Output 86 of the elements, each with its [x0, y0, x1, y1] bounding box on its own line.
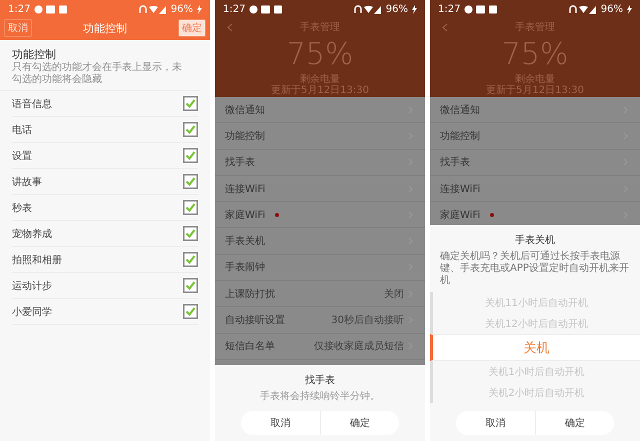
signal-icons [138, 4, 167, 14]
menu-label: 微信通知 [225, 104, 265, 117]
status-time: 1:27 [8, 4, 30, 14]
function-label: 运动计步 [12, 280, 52, 292]
menu-label: 自动接听设置 [225, 314, 285, 328]
charging-icon [412, 4, 417, 14]
function-label: 语音信息 [12, 98, 52, 110]
screen-title: 功能控制 [83, 20, 127, 36]
menu-label: 手表关机 [225, 234, 265, 248]
menu-item[interactable]: 连接WiFi [215, 176, 425, 202]
function-label: 讲故事 [12, 176, 42, 188]
function-row[interactable]: 设置 [12, 143, 198, 169]
sheet-title: 找手表 [305, 374, 335, 387]
menu-label: 家庭WiFi [440, 208, 480, 222]
charging-icon [627, 4, 632, 14]
checkbox[interactable] [183, 96, 198, 111]
battery-percent: 96% [170, 4, 193, 14]
function-row[interactable]: 小爱同学 [12, 299, 198, 325]
function-label: 小爱同学 [12, 306, 52, 318]
picker-option[interactable]: 关机 [430, 334, 640, 361]
menu-label: 功能控制 [225, 130, 265, 143]
menu-item[interactable]: 功能控制 [430, 123, 640, 150]
signal-icons [568, 4, 597, 14]
menu-label: 微信通知 [440, 104, 480, 117]
menu-label: 功能控制 [440, 130, 480, 143]
menu-item[interactable]: 上课防打扰 关闭 [215, 281, 425, 308]
checkbox[interactable] [183, 304, 198, 319]
function-row[interactable]: 宠物养成 [12, 221, 198, 247]
function-row[interactable]: 讲故事 [12, 169, 198, 195]
checkbox[interactable] [183, 174, 198, 189]
function-label: 设置 [12, 150, 32, 162]
sheet-message: 手表将会持续响铃半分钟。 [259, 391, 381, 403]
menu-item[interactable]: 找手表 [430, 150, 640, 176]
menu-label: 上课防打扰 [225, 288, 275, 301]
battery-percent: 96% [600, 4, 623, 14]
status-time: 1:27 [223, 4, 246, 14]
confirm-button[interactable]: 确定 [178, 19, 206, 37]
menu-label: 连接WiFi [440, 182, 480, 196]
menu-item[interactable]: 短信白名单 仅接收家庭成员短信 [215, 334, 425, 360]
back-icon[interactable] [442, 23, 448, 32]
menu-item[interactable]: 功能控制 [215, 123, 425, 150]
menu-label: 短信白名单 [225, 340, 275, 354]
checkbox[interactable] [183, 226, 198, 241]
menu-item[interactable]: 找手表 [215, 150, 425, 176]
notification-icons [34, 4, 68, 14]
status-time: 1:27 [438, 4, 460, 14]
menu-label: 家庭WiFi [225, 208, 266, 222]
function-row[interactable]: 秒表 [12, 195, 198, 221]
menu-item[interactable]: 微信通知 [430, 97, 640, 124]
charging-icon [197, 4, 202, 14]
battery-percent: 96% [386, 4, 408, 14]
menu-value: 30秒后自动接听 [331, 314, 404, 328]
menu-item[interactable]: 手表关机 [215, 228, 425, 255]
checkbox[interactable] [183, 200, 198, 215]
function-label: 拍照和相册 [12, 254, 62, 266]
menu-label: 连接WiFi [225, 182, 266, 196]
notification-icons [249, 4, 284, 14]
function-row[interactable]: 运动计步 [12, 273, 198, 299]
menu-item[interactable]: 微信通知 [215, 97, 425, 124]
menu-label: 找手表 [440, 156, 470, 170]
menu-item[interactable]: 家庭WiFi [215, 202, 425, 228]
cancel-button[interactable]: 取消 [4, 19, 32, 37]
function-label: 宠物养成 [12, 228, 52, 240]
section-heading: 功能控制 [12, 47, 57, 62]
checkbox[interactable] [183, 278, 198, 293]
checkbox[interactable] [183, 122, 198, 137]
signal-icons [354, 4, 382, 14]
section-hint: 只有勾选的功能才会在手表上显示，未勾选的功能将会隐藏 [12, 62, 183, 85]
menu-item[interactable]: 手表闹钟 [215, 254, 425, 282]
function-row[interactable]: 电话 [12, 117, 198, 143]
sheet-message: 确定关机吗？关机后可通过长按手表电源键、手表充电或APP设置定时自动开机来开机 [439, 251, 630, 287]
function-label: 秒表 [12, 202, 32, 214]
back-icon[interactable] [227, 23, 233, 32]
checkbox[interactable] [183, 252, 198, 267]
notification-icons [464, 4, 498, 14]
menu-item[interactable]: 自动接听设置 30秒后自动接听 [215, 307, 425, 334]
function-label: 电话 [12, 124, 32, 136]
sheet-title: 手表关机 [515, 234, 555, 247]
checkbox[interactable] [183, 148, 198, 163]
menu-value: 仅接收家庭成员短信 [314, 340, 404, 354]
function-row[interactable]: 拍照和相册 [12, 247, 198, 273]
menu-value: 关闭 [384, 288, 404, 301]
function-row[interactable]: 语音信息 [12, 91, 198, 117]
menu-label: 手表闹钟 [225, 260, 265, 274]
menu-label: 找手表 [225, 156, 255, 170]
menu-item[interactable]: 连接WiFi [430, 176, 640, 202]
